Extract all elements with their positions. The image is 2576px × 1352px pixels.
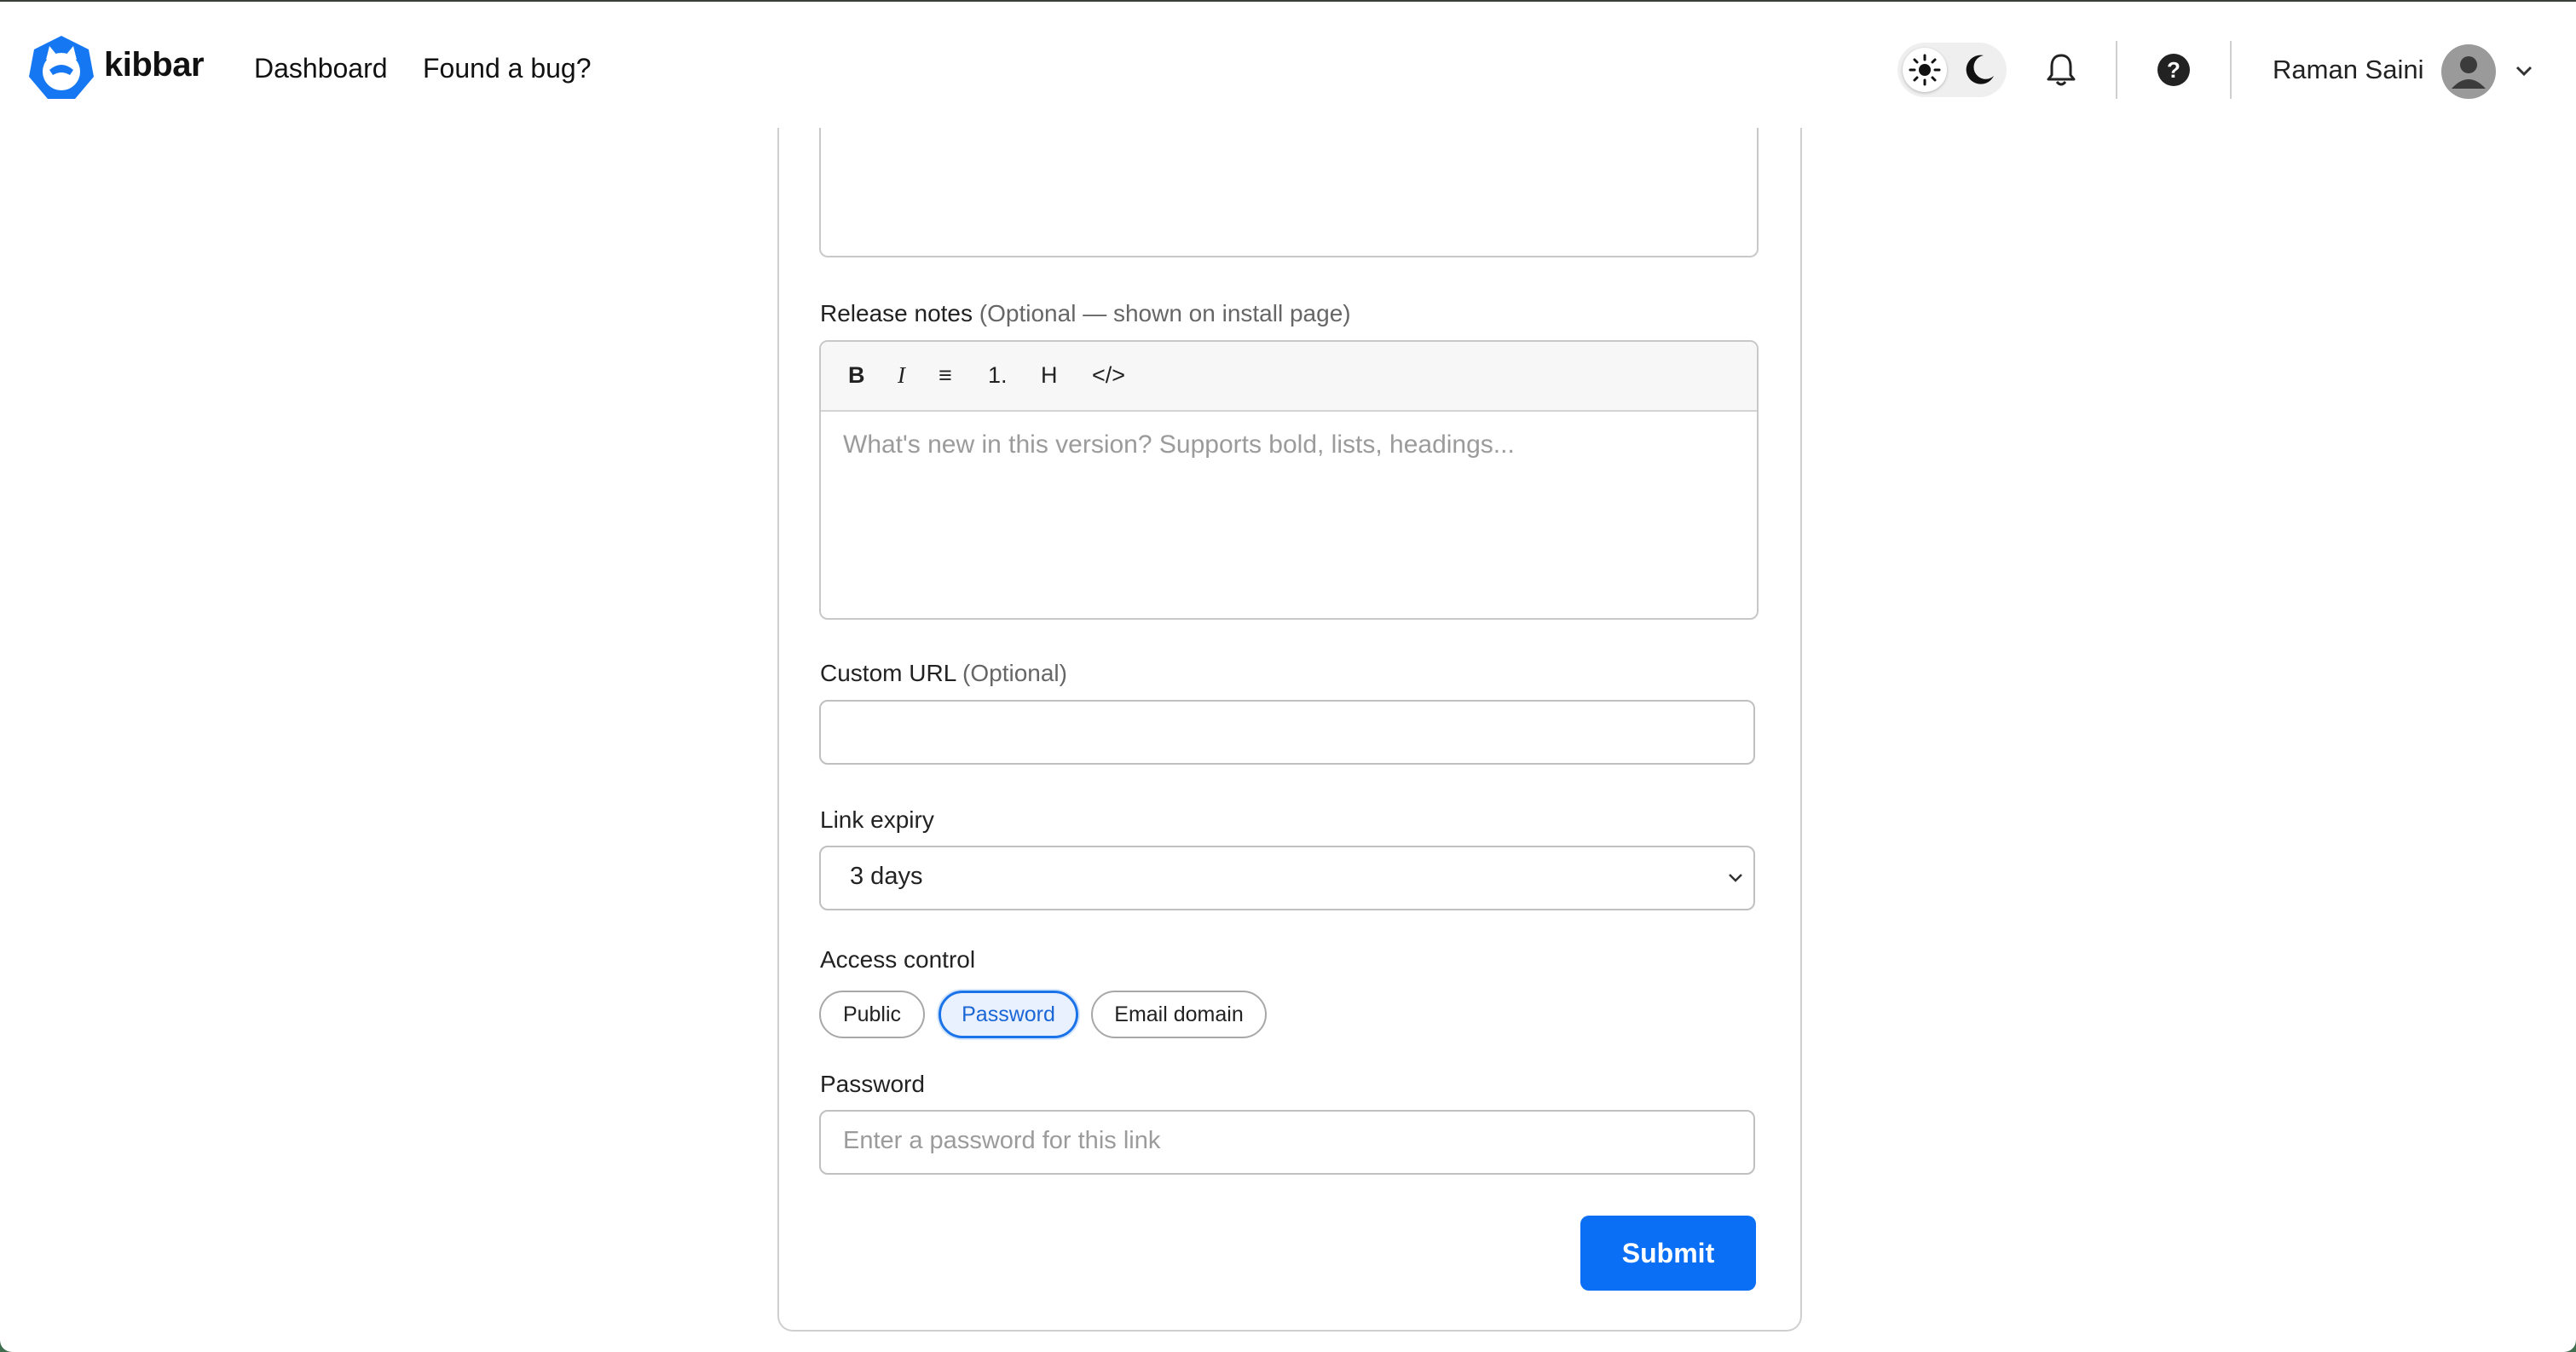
release-notes-placeholder[interactable]: What's new in this version? Supports bol…	[843, 430, 1515, 459]
release-notes-editor[interactable]: B I ≡ 1. H </> What's new in this versio…	[819, 340, 1759, 620]
nav-dashboard[interactable]: Dashboard	[254, 53, 388, 84]
bold-button[interactable]: B	[848, 362, 865, 389]
chevron-down-icon[interactable]	[2513, 60, 2535, 82]
optional-note: (Optional)	[962, 660, 1067, 686]
window-corner	[2552, 1328, 2576, 1352]
header-divider	[2230, 41, 2232, 99]
kibbar-logo-icon[interactable]	[27, 34, 95, 102]
header-divider	[2116, 41, 2117, 99]
release-notes-label: Release notes (Optional — shown on insta…	[820, 300, 1351, 327]
custom-url-label-text: Custom URL	[820, 660, 956, 686]
submit-button[interactable]: Submit	[1580, 1216, 1756, 1291]
optional-note: (Optional — shown on install page)	[979, 300, 1351, 326]
window-corner	[0, 1328, 24, 1352]
svg-text:?: ?	[2167, 57, 2180, 83]
access-option-email-domain[interactable]: Email domain	[1091, 991, 1267, 1038]
custom-url-input[interactable]	[819, 700, 1755, 765]
rich-text-toolbar: B I ≡ 1. H </>	[821, 342, 1757, 412]
chevron-down-icon	[1729, 874, 1742, 882]
brand-name[interactable]: kibbar	[104, 46, 205, 84]
help-icon[interactable]: ?	[2148, 44, 2199, 95]
link-expiry-value: 3 days	[850, 863, 923, 890]
description-textarea[interactable]	[819, 128, 1759, 257]
access-control-label: Access control	[820, 946, 976, 973]
release-notes-label-text: Release notes	[820, 300, 973, 326]
access-option-public[interactable]: Public	[819, 991, 925, 1038]
access-option-password[interactable]: Password	[939, 991, 1078, 1038]
moon-icon[interactable]	[1957, 48, 2001, 92]
user-name[interactable]: Raman Saini	[2273, 55, 2423, 85]
heading-button[interactable]: H	[1041, 362, 1058, 389]
avatar[interactable]	[2441, 44, 2496, 99]
bell-icon[interactable]	[2036, 44, 2087, 95]
password-label: Password	[820, 1071, 925, 1097]
code-button[interactable]: </>	[1092, 362, 1125, 389]
custom-url-label: Custom URL (Optional)	[820, 660, 1067, 687]
numbered-list-button[interactable]: 1.	[988, 362, 1008, 389]
bullet-list-button[interactable]: ≡	[939, 362, 952, 389]
password-input[interactable]: Enter a password for this link	[819, 1110, 1755, 1175]
link-expiry-label: Link expiry	[820, 806, 934, 833]
theme-toggle[interactable]	[1897, 43, 2007, 97]
sun-icon[interactable]	[1903, 48, 1947, 92]
italic-button[interactable]: I	[898, 362, 905, 389]
nav-found-a-bug[interactable]: Found a bug?	[423, 53, 592, 84]
link-expiry-select[interactable]: 3 days	[819, 846, 1755, 910]
password-placeholder: Enter a password for this link	[843, 1127, 1161, 1154]
top-navbar: kibbar Dashboard Found a bug? ? Raman Sa…	[0, 2, 2576, 138]
